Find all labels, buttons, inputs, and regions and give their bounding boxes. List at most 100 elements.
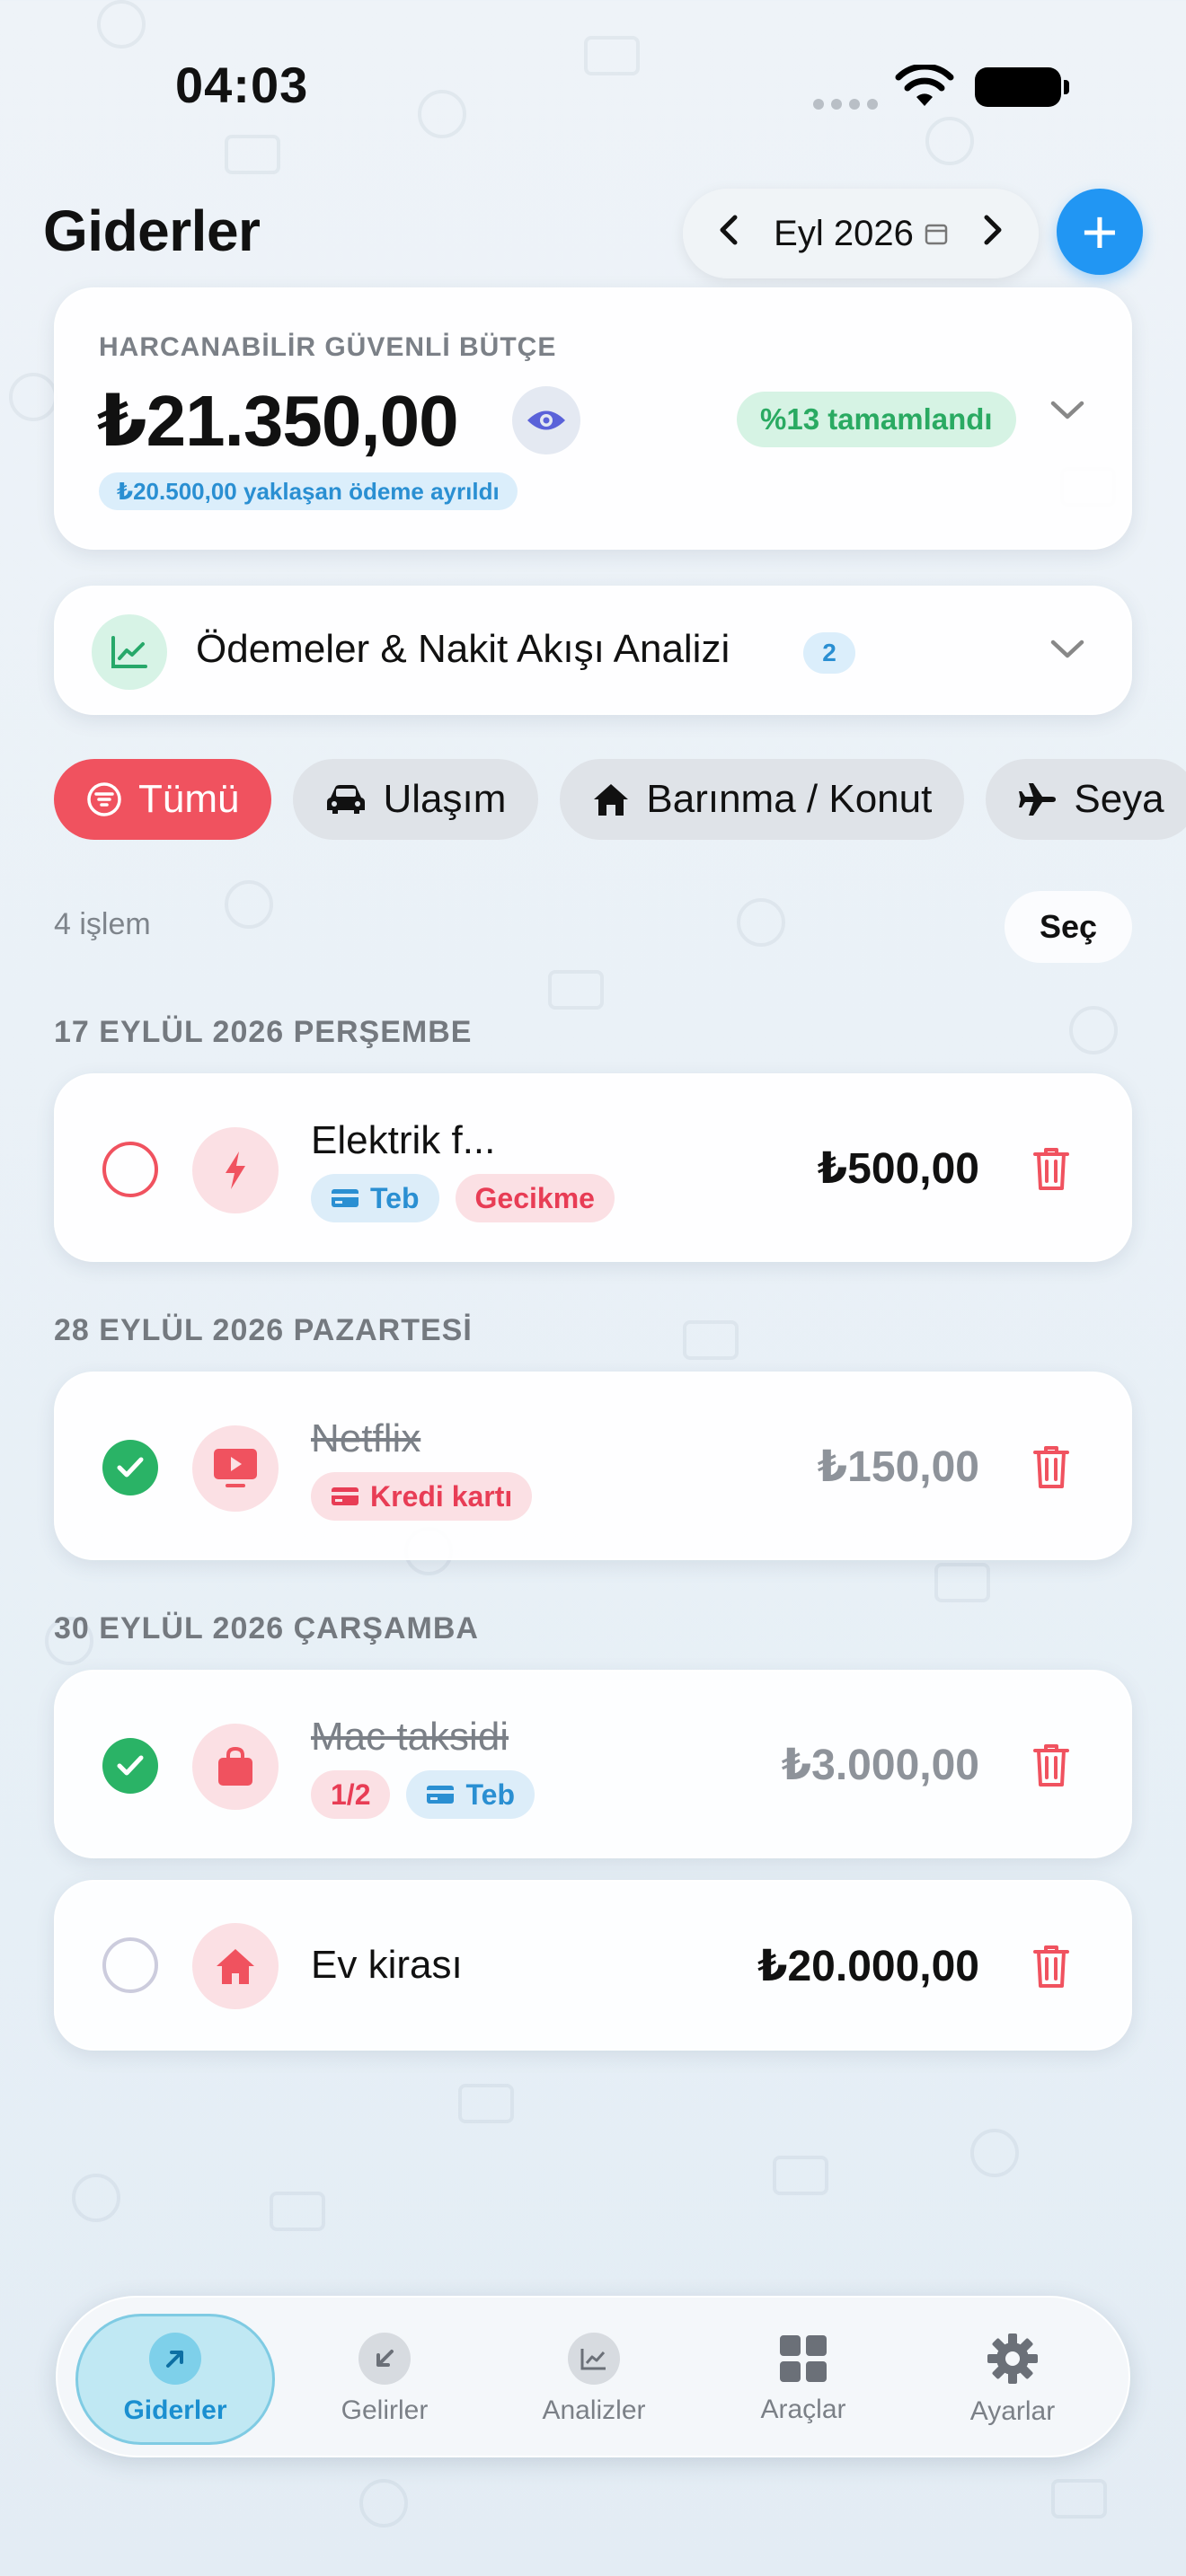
- battery-icon: [975, 67, 1069, 107]
- tag-label: Kredi kartı: [370, 1479, 513, 1513]
- filter-icon: [87, 782, 121, 816]
- filter-chip-travel[interactable]: Seya: [986, 759, 1186, 840]
- airplane-icon: [1019, 783, 1057, 816]
- installment-tag: 1/2: [311, 1770, 391, 1819]
- transaction-row[interactable]: Netflix Kredi kartı ₺150,00: [54, 1372, 1132, 1560]
- overdue-tag: Gecikme: [455, 1174, 615, 1222]
- filter-chip-label: Tümü: [138, 777, 240, 821]
- transaction-amount: ₺500,00: [817, 1145, 979, 1193]
- tag-label: Teb: [370, 1181, 420, 1214]
- previous-month-button[interactable]: [717, 211, 739, 256]
- bolt-icon: [226, 1151, 245, 1189]
- tab-expenses[interactable]: Giderler: [75, 2314, 275, 2445]
- transaction-row[interactable]: Ev kirası ₺20.000,00: [54, 1880, 1132, 2051]
- add-expense-button[interactable]: +: [1057, 189, 1143, 275]
- budget-caption: HARCANABİLİR GÜVENLİ BÜTÇE: [99, 332, 557, 362]
- category-badge: [192, 1425, 279, 1512]
- filter-chip-label: Barınma / Konut: [646, 777, 933, 821]
- status-checkbox[interactable]: [102, 1142, 158, 1197]
- transaction-name: Ev kirası: [311, 1943, 463, 1987]
- transaction-amount: ₺3.000,00: [781, 1742, 979, 1789]
- cashflow-analysis-card[interactable]: Ödemeler & Nakit Akışı Analizi 2: [54, 586, 1132, 715]
- filter-chip-all[interactable]: Tümü: [54, 759, 272, 840]
- payment-method-tag: Teb: [406, 1770, 535, 1819]
- transaction-amount: ₺150,00: [817, 1443, 979, 1491]
- transaction-count: 4 işlem: [54, 907, 151, 941]
- date-header: 17 EYLÜL 2026 PERŞEMBE: [54, 1015, 473, 1049]
- grid-icon: [780, 2335, 827, 2382]
- transaction-name: Netflix: [311, 1416, 421, 1460]
- tab-label: Ayarlar: [969, 2396, 1056, 2426]
- date-header: 28 EYLÜL 2026 PAZARTESİ: [54, 1313, 473, 1347]
- filter-chip-housing[interactable]: Barınma / Konut: [560, 759, 965, 840]
- filter-chip-label: Seya: [1074, 777, 1164, 821]
- wifi-icon: [895, 65, 954, 106]
- tab-analytics[interactable]: Analizler: [494, 2314, 694, 2445]
- calendar-icon: [925, 224, 948, 245]
- reserved-payment-note: ₺20.500,00 yaklaşan ödeme ayrıldı: [99, 472, 518, 510]
- card-icon: [427, 1786, 455, 1804]
- chevron-right-icon: [984, 215, 1002, 245]
- transaction-row[interactable]: Mac taksidi 1/2 Teb ₺3.000,00: [54, 1670, 1132, 1858]
- arrow-up-right-icon: [149, 2333, 201, 2385]
- payment-method-tag: Kredi kartı: [311, 1472, 533, 1521]
- month-picker-button[interactable]: Eyl 2026: [774, 214, 948, 254]
- checkmark-icon: [117, 1755, 144, 1776]
- transaction-name: Elektrik f...: [311, 1118, 496, 1162]
- next-month-button[interactable]: [983, 211, 1005, 256]
- chevron-down-icon[interactable]: [1049, 638, 1085, 661]
- card-icon: [332, 1189, 358, 1207]
- analysis-icon-wrap: [92, 614, 167, 690]
- select-button[interactable]: Seç: [1005, 891, 1132, 963]
- gear-icon: [987, 2333, 1038, 2384]
- trend-chart-icon: [111, 636, 147, 668]
- arrow-down-left-icon: [358, 2333, 411, 2385]
- tag-label: Teb: [465, 1778, 515, 1811]
- tab-settings[interactable]: Ayarlar: [913, 2314, 1112, 2445]
- toggle-visibility-button[interactable]: [512, 386, 580, 454]
- status-checkbox[interactable]: [102, 1738, 158, 1794]
- transaction-tags: 1/2 Teb: [311, 1770, 535, 1819]
- budget-card[interactable]: HARCANABİLİR GÜVENLİ BÜTÇE ₺21.350,00 %1…: [54, 287, 1132, 550]
- chevron-left-icon: [720, 215, 738, 245]
- tag-label: Gecikme: [474, 1181, 595, 1214]
- transaction-tags: Teb Gecikme: [311, 1174, 615, 1222]
- status-time: 04:03: [175, 57, 309, 113]
- analysis-label: Ödemeler & Nakit Akışı Analizi: [196, 627, 730, 671]
- status-bar: 04:03: [0, 0, 1186, 171]
- trash-icon[interactable]: [1031, 1443, 1071, 1490]
- analysis-count-badge: 2: [803, 632, 855, 674]
- trash-icon[interactable]: [1031, 1145, 1071, 1192]
- budget-amount: ₺21.350,00: [97, 381, 459, 461]
- filter-chip-transport[interactable]: Ulaşım: [293, 759, 539, 840]
- tab-label: Gelirler: [341, 2395, 429, 2425]
- tv-play-icon: [214, 1449, 257, 1487]
- car-icon: [327, 785, 366, 814]
- bottom-tab-bar: Giderler Gelirler Analizler Araçlar Ayar…: [56, 2296, 1130, 2457]
- status-checkbox[interactable]: [102, 1937, 158, 1993]
- bag-icon: [218, 1746, 252, 1786]
- category-badge: [192, 1923, 279, 2009]
- status-checkbox[interactable]: [102, 1440, 158, 1495]
- category-badge: [192, 1127, 279, 1213]
- card-icon: [332, 1487, 358, 1505]
- tag-label: 1/2: [331, 1778, 371, 1811]
- tab-tools[interactable]: Araçlar: [704, 2314, 903, 2445]
- chevron-down-icon[interactable]: [1049, 399, 1085, 422]
- chart-icon: [568, 2333, 620, 2385]
- tab-income[interactable]: Gelirler: [285, 2314, 484, 2445]
- completion-badge: %13 tamamlandı: [737, 392, 1016, 447]
- month-label: Eyl 2026: [774, 213, 914, 253]
- transaction-tags: Kredi kartı: [311, 1472, 533, 1521]
- house-icon: [217, 1949, 254, 1984]
- payment-method-tag: Teb: [311, 1174, 439, 1222]
- trash-icon[interactable]: [1031, 1742, 1071, 1788]
- tab-label: Araçlar: [760, 2395, 846, 2424]
- category-filter-bar: Tümü Ulaşım Barınma / Konut Seya: [54, 759, 1186, 840]
- page-title: Giderler: [43, 198, 261, 263]
- trash-icon[interactable]: [1031, 1943, 1071, 1989]
- tab-label: Analizler: [542, 2395, 646, 2425]
- transaction-amount: ₺20.000,00: [757, 1943, 979, 1990]
- transaction-row[interactable]: Elektrik f... Teb Gecikme ₺500,00: [54, 1073, 1132, 1262]
- date-header: 30 EYLÜL 2026 ÇARŞAMBA: [54, 1611, 479, 1645]
